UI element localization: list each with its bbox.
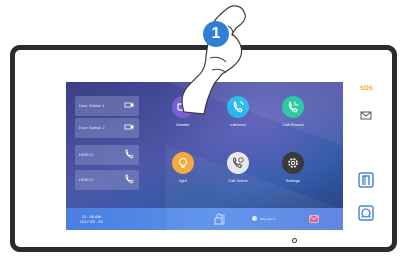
app-label: Settings: [285, 178, 301, 183]
app-label: Call Record: [282, 122, 304, 127]
sidebar-item-label: Door Station 2: [79, 125, 105, 130]
camera-icon: [124, 124, 134, 130]
step-badge: 1: [203, 21, 229, 47]
microphone-hole: [292, 238, 297, 243]
gear-icon: [282, 152, 304, 174]
app-label: Intercom: [230, 122, 246, 127]
app-label: Call Scene: [228, 178, 248, 183]
sidebar-item-door-station-1[interactable]: Door Station 1: [75, 96, 139, 116]
sidebar-item-door-station-2[interactable]: Door Station 2: [75, 118, 139, 138]
unlock-icon[interactable]: [213, 213, 225, 225]
call-scene-icon: [227, 152, 249, 174]
sidebar-item-hisec1-2[interactable]: HISEC1: [75, 170, 139, 190]
app-call-record[interactable]: Call Record: [276, 96, 310, 127]
indoor-label: HIS_Fam 1: [260, 217, 276, 221]
alarm-icon[interactable]: [358, 205, 374, 221]
app-settings[interactable]: Settings: [276, 152, 310, 183]
sidebar-item-label: HISEC1: [79, 177, 94, 182]
light-icon: [172, 152, 194, 174]
app-label: Monitor: [176, 122, 190, 127]
pointing-hand-icon: [181, 5, 246, 115]
app-call-scene[interactable]: Call Scene: [221, 152, 255, 183]
clock: 12 : 06 AM 2017-09 - 20: [80, 214, 103, 224]
message-icon[interactable]: [359, 108, 373, 122]
camera-icon: [124, 102, 134, 108]
door-icon[interactable]: [358, 172, 374, 188]
date-text: 2017-09 - 20: [80, 219, 103, 224]
message-icon[interactable]: [309, 215, 319, 223]
call-record-icon: [282, 96, 304, 118]
app-label: light: [179, 178, 187, 183]
phone-icon: [125, 149, 134, 159]
app-light[interactable]: light: [166, 152, 200, 183]
sidebar-item-label: HISEC1: [79, 152, 94, 157]
indoor-indicator[interactable]: HIS_Fam 1: [252, 215, 292, 223]
sos-button[interactable]: SOS: [360, 86, 373, 92]
phone-icon: [125, 174, 134, 184]
indoor-icon: [252, 216, 257, 221]
sidebar-item-hisec1[interactable]: HISEC1: [75, 145, 139, 165]
status-bar: 12 : 06 AM 2017-09 - 20 HIS_Fam 1: [66, 208, 343, 230]
sidebar-item-label: Door Station 1: [79, 103, 105, 108]
